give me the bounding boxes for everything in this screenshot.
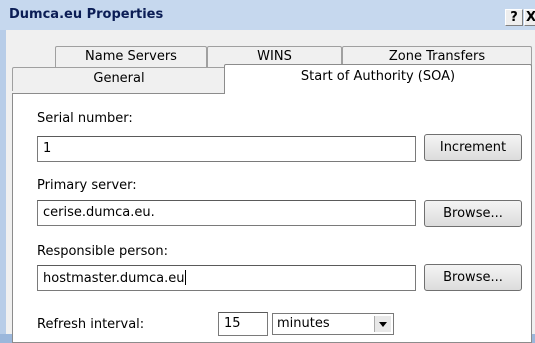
serial-number-label: Serial number: [37,111,133,126]
help-button[interactable]: ? [505,9,523,26]
primary-server-input[interactable]: cerise.dumca.eu. [37,200,416,226]
responsible-person-input[interactable]: hostmaster.dumca.eu [37,265,416,291]
properties-dialog: Dumca.eu Properties ? X Name Servers WIN… [0,0,535,343]
tab-name-servers[interactable]: Name Servers [55,46,207,67]
close-button[interactable]: X [524,9,535,26]
primary-server-browse-button[interactable]: Browse... [424,200,522,227]
dialog-body: Name Servers WINS Zone Transfers General… [6,30,535,343]
refresh-unit-select[interactable]: minutes [272,313,394,335]
responsible-person-browse-button[interactable]: Browse... [424,264,522,291]
window-title: Dumca.eu Properties [9,7,164,22]
refresh-interval-input[interactable]: 15 [218,312,268,336]
refresh-interval-value: 15 [224,316,241,331]
increment-button[interactable]: Increment [424,134,522,161]
title-bar[interactable]: Dumca.eu Properties ? X [0,0,535,30]
refresh-unit-value: minutes [277,316,330,331]
text-caret [185,270,187,285]
refresh-interval-label: Refresh interval: [37,317,145,332]
tab-general[interactable]: General [12,67,226,91]
soa-panel: Serial number: 1 Increment Primary serve… [12,93,532,343]
serial-number-value: 1 [43,141,52,156]
responsible-person-value: hostmaster.dumca.eu [43,271,185,286]
responsible-person-label: Responsible person: [37,244,168,259]
tab-start-of-authority[interactable]: Start of Authority (SOA) [224,64,532,94]
primary-server-value: cerise.dumca.eu. [43,205,155,220]
chevron-down-icon[interactable] [374,316,391,332]
primary-server-label: Primary server: [37,178,137,193]
serial-number-input[interactable]: 1 [37,136,416,162]
